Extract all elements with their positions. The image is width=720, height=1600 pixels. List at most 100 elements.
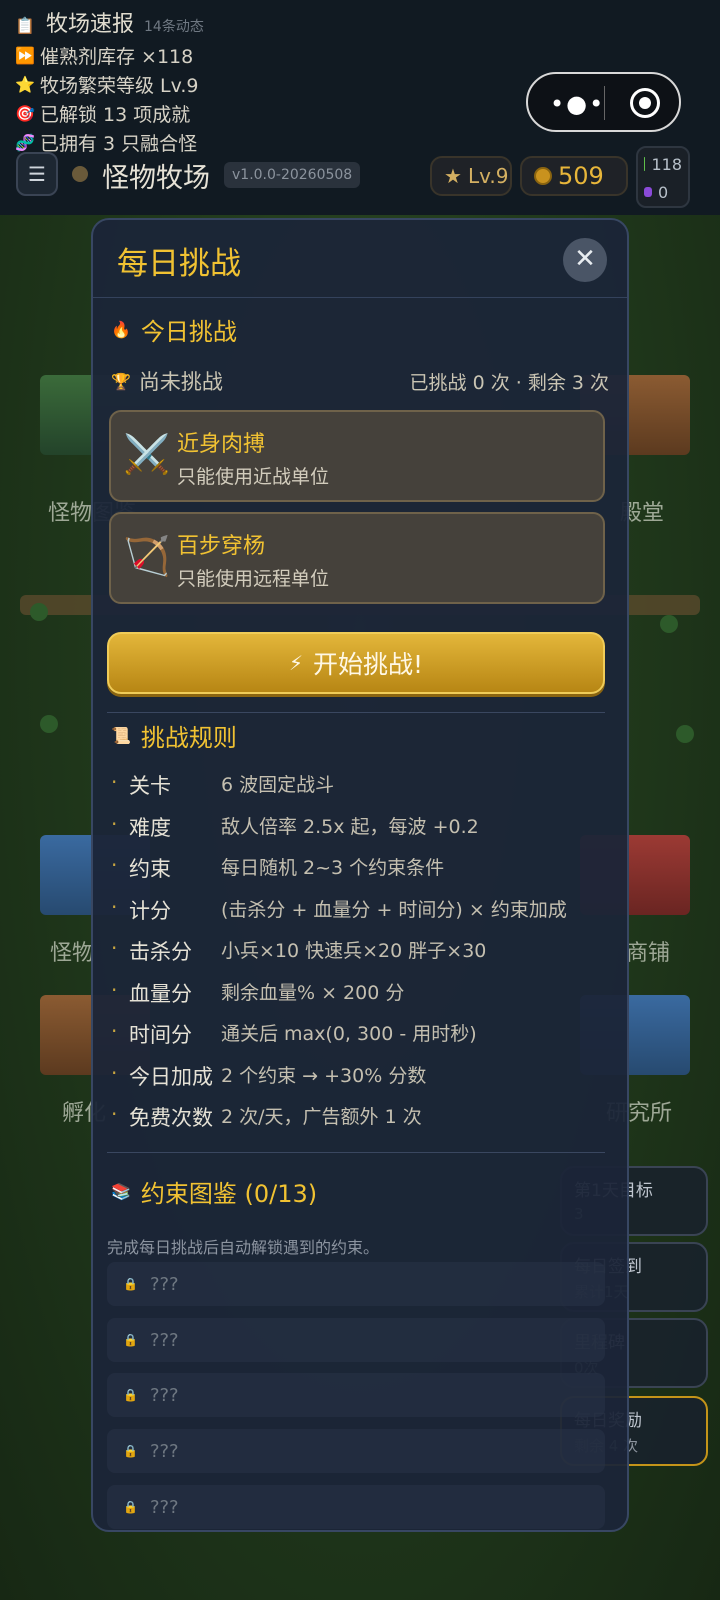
challenge-name: 百步穿杨 xyxy=(177,534,266,559)
news-item: ⭐ 牧场繁荣等级 Lv.9 xyxy=(14,71,199,98)
game-title: 怪物牧场 xyxy=(102,163,210,194)
more-options-icon[interactable]: •●• xyxy=(550,90,605,118)
lock-icon: 🔒 xyxy=(123,1444,138,1458)
challenge-status-row: 🏆 尚未挑战 已挑战 0 次 · 剩余 3 次 xyxy=(111,366,609,396)
challenge-name: 近身肉搏 xyxy=(177,432,266,457)
rule-row: · 时间分 通关后 max(0, 300 - 用时秒) xyxy=(111,1019,611,1049)
flame-icon: 🔥 xyxy=(111,320,131,339)
menu-button[interactable]: ☰ xyxy=(16,152,58,196)
tree-icon xyxy=(660,615,678,633)
rule-value: 每日随机 2~3 个约束条件 xyxy=(221,857,445,879)
start-challenge-button[interactable]: ⚡ 开始挑战! xyxy=(107,632,605,694)
rules-section-label: 挑战规则 xyxy=(140,724,237,752)
top-bar: 📋 牧场速报 14条动态 ⏩ 催熟剂库存 ×118 ⭐ 牧场繁荣等级 Lv.9 … xyxy=(0,0,720,215)
rule-value: 敌人倍率 2.5x 起，每波 +0.2 xyxy=(221,816,479,838)
news-item: 🎯 已解锁 13 项成就 xyxy=(14,100,190,127)
version-badge: v1.0.0-20260508 xyxy=(224,162,361,188)
news-item: ⏩ 催熟剂库存 ×118 xyxy=(14,42,193,69)
rule-value: 2 次/天，广告额外 1 次 xyxy=(221,1106,422,1128)
tree-icon xyxy=(676,725,694,743)
star-icon: ★ xyxy=(444,164,462,188)
level-badge[interactable]: ★ Lv.9 xyxy=(430,156,512,196)
res-purple-value: 0 xyxy=(658,182,669,202)
gem-icon xyxy=(644,187,652,197)
close-button[interactable]: ✕ xyxy=(563,238,607,282)
bullet: · xyxy=(111,812,118,836)
rule-key: 关卡 xyxy=(129,774,171,798)
today-section-label: 今日挑战 xyxy=(140,318,237,346)
rule-key: 击杀分 xyxy=(129,940,192,964)
bullet: · xyxy=(111,936,118,960)
bullet: · xyxy=(111,853,118,877)
bullet: · xyxy=(111,895,118,919)
locked-label: ??? xyxy=(149,1384,179,1406)
rule-row: · 血量分 剩余血量% × 200 分 xyxy=(111,978,611,1008)
divider xyxy=(107,712,605,713)
news-item-text: 已拥有 3 只融合怪 xyxy=(40,133,198,155)
attempts-remaining: 已挑战 0 次 · 剩余 3 次 xyxy=(409,371,609,394)
rule-key: 约束 xyxy=(129,857,171,881)
locked-label: ??? xyxy=(149,1273,179,1295)
rule-key: 计分 xyxy=(129,899,171,923)
rule-key: 今日加成 xyxy=(129,1065,213,1089)
crossed-swords-icon: ⚔️ xyxy=(123,432,171,476)
star-icon: ⭐ xyxy=(15,75,35,94)
book-icon: 📚 xyxy=(111,1182,131,1201)
building-label: 怪物 xyxy=(50,941,95,966)
locked-constraint-item: 🔒 ??? xyxy=(107,1485,605,1529)
challenge-desc: 只能使用近战单位 xyxy=(177,466,330,488)
rule-row: · 关卡 6 波固定战斗 xyxy=(111,770,611,800)
rule-value: 剩余血量% × 200 分 xyxy=(221,982,405,1004)
challenge-status: 🏆 尚未挑战 xyxy=(111,366,223,396)
growth-potion-icon xyxy=(644,157,646,171)
codex-description: 完成每日挑战后自动解锁遇到的约束。 xyxy=(107,1238,380,1257)
news-item-text: 已解锁 13 项成就 xyxy=(40,104,191,126)
rule-value: 通关后 max(0, 300 - 用时秒) xyxy=(221,1023,477,1045)
challenge-card: 🏹 百步穿杨 只能使用远程单位 xyxy=(109,512,605,604)
lock-icon: 🔒 xyxy=(123,1500,138,1514)
rule-row: · 免费次数 2 次/天，广告额外 1 次 xyxy=(111,1102,611,1132)
bullet: · xyxy=(111,770,118,794)
resource-counter[interactable]: 118 0 xyxy=(636,146,690,208)
rule-key: 时间分 xyxy=(129,1023,192,1047)
challenge-card: ⚔️ 近身肉搏 只能使用近战单位 xyxy=(109,410,605,502)
locked-label: ??? xyxy=(149,1496,179,1518)
game-logo-icon xyxy=(72,166,88,182)
dna-icon: 🧬 xyxy=(15,133,35,152)
gold-counter[interactable]: 509 xyxy=(520,156,628,196)
news-item-text: 牧场繁荣等级 Lv.9 xyxy=(40,75,199,97)
coin-icon xyxy=(534,167,552,185)
rule-key: 难度 xyxy=(129,816,171,840)
building-label: 商铺 xyxy=(626,941,671,966)
bullet: · xyxy=(111,1061,118,1085)
rule-key: 免费次数 xyxy=(129,1106,213,1130)
news-count: 14条动态 xyxy=(144,19,204,35)
locked-constraint-item: 🔒 ??? xyxy=(107,1318,605,1362)
lock-icon: 🔒 xyxy=(123,1277,138,1291)
rule-row: · 今日加成 2 个约束 → +30% 分数 xyxy=(111,1061,611,1091)
lightning-icon: ⚡ xyxy=(288,651,303,675)
close-miniprogram-icon[interactable] xyxy=(630,88,660,118)
locked-constraint-item: 🔒 ??? xyxy=(107,1373,605,1417)
bullet: · xyxy=(111,1019,118,1043)
challenge-status-text: 尚未挑战 xyxy=(138,370,223,394)
modal-title: 每日挑战 xyxy=(117,246,241,282)
rule-value: 6 波固定战斗 xyxy=(221,774,335,796)
level-text: Lv.9 xyxy=(467,164,509,188)
rules-section-title: 📜 挑战规则 xyxy=(111,718,237,753)
lock-icon: 🔒 xyxy=(123,1388,138,1402)
miniprogram-capsule: •●• xyxy=(526,72,681,132)
rule-row: · 难度 敌人倍率 2.5x 起，每波 +0.2 xyxy=(111,812,611,842)
news-title: 牧场速报 xyxy=(46,12,135,37)
rule-value: 小兵×10 快速兵×20 胖子×30 xyxy=(221,940,487,962)
rule-key: 血量分 xyxy=(129,982,192,1006)
divider xyxy=(107,1152,605,1153)
locked-constraint-item: 🔒 ??? xyxy=(107,1262,605,1306)
gold-amount: 509 xyxy=(558,162,604,190)
rule-row: · 击杀分 小兵×10 快速兵×20 胖子×30 xyxy=(111,936,611,966)
daily-challenge-modal: 每日挑战 ✕ 🔥 今日挑战 🏆 尚未挑战 已挑战 0 次 · 剩余 3 次 ⚔️… xyxy=(91,218,629,1532)
bullet: · xyxy=(111,978,118,1002)
capsule-divider xyxy=(604,86,605,120)
bow-arrow-icon: 🏹 xyxy=(123,534,171,578)
news-item-text: 催熟剂库存 ×118 xyxy=(40,46,194,68)
